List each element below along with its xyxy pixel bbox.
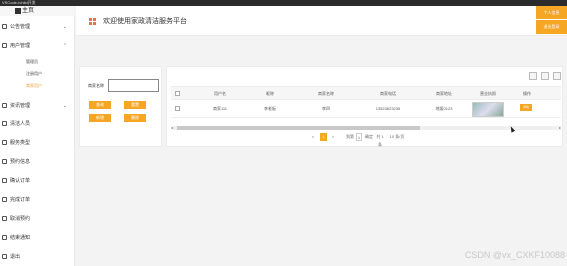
sidebar-item-label: 取消预约 (10, 216, 31, 222)
cell-address: 地坂0123 (435, 106, 453, 111)
user-icon (2, 43, 7, 48)
print-icon[interactable] (541, 72, 549, 80)
sidebar-subitem-admins[interactable]: 管理员 (26, 58, 38, 66)
sidebar-item-label: 确认订单 (10, 178, 31, 184)
sidebar-item-cancel-bookings[interactable]: 取消预约 (0, 213, 75, 225)
sidebar-item-label: 服务类型 (10, 140, 31, 146)
goto-confirm-button[interactable]: 确定 (364, 133, 374, 141)
search-panel: 商家名称 查询 重置 新增 删除 (79, 66, 162, 147)
columns-icon[interactable] (529, 72, 537, 80)
check-icon (2, 178, 7, 183)
sidebar-item-label: 公告管理 (10, 24, 31, 30)
table-header: 用户名 昵称 商家名称 商家电话 商家地址 营业执照 操作 (171, 86, 561, 100)
sidebar-subitem-registered[interactable]: 注册用户 (26, 70, 42, 78)
detail-button[interactable]: 详情 (520, 104, 532, 111)
cell-nickname: 李老板 (264, 106, 276, 111)
export-icon[interactable] (553, 72, 561, 80)
search-button[interactable]: 查询 (89, 101, 111, 109)
delete-button[interactable]: 删除 (124, 114, 146, 122)
logout-icon (2, 254, 7, 259)
calendar-icon (2, 159, 7, 164)
sidebar-item-users[interactable]: 用户管理 ⌃ (0, 40, 75, 52)
column-header[interactable]: 操作 (507, 87, 547, 101)
sidebar-item-label: 清洁人员 (10, 121, 31, 127)
news-icon (2, 103, 7, 108)
add-button[interactable]: 新增 (89, 114, 111, 122)
notice-icon (2, 235, 7, 240)
sidebar-item-confirm-orders[interactable]: 确认订单 (0, 175, 75, 187)
cancel-icon (2, 216, 7, 221)
column-header[interactable]: 用户名 (195, 87, 245, 101)
sidebar-item-label: 预约信息 (10, 159, 31, 165)
search-label: 商家名称 (88, 83, 104, 88)
window-title: VSCode-Ichild开发 (2, 0, 36, 5)
total-count: 共 1 条 (376, 134, 384, 147)
bell-icon (2, 24, 7, 29)
column-header[interactable]: 商家地址 (419, 87, 469, 101)
column-header[interactable]: 营业执照 (469, 87, 507, 101)
reset-button[interactable]: 重置 (124, 101, 146, 109)
sidebar: 主页 公告管理 ⌄ 用户管理 ⌃ 管理员 注册用户 商家用户 资讯管理 ⌄ 清洁… (0, 6, 75, 266)
page-size-select[interactable]: 10 条/页 (388, 133, 406, 141)
goto-page-input[interactable]: 1 (356, 133, 362, 141)
tag-icon (2, 140, 7, 145)
grid-logo-icon (89, 18, 97, 26)
sidebar-item-service-types[interactable]: 服务类型 (0, 137, 75, 149)
scrollbar-thumb[interactable] (177, 126, 420, 130)
sidebar-item-label: 退出 (10, 254, 21, 260)
logout-button[interactable]: 退出登录 (536, 20, 567, 34)
row-checkbox[interactable] (175, 106, 180, 111)
cell-username: 商家111 (212, 106, 228, 111)
column-header[interactable]: 商家名称 (295, 87, 357, 101)
sidebar-item-label: 资讯管理 (10, 103, 31, 109)
chevron-up-icon: ⌃ (62, 43, 67, 49)
chevron-down-icon: ⌄ (62, 103, 67, 109)
select-all-checkbox[interactable] (175, 91, 180, 96)
scroll-right-icon[interactable]: ▸ (559, 125, 561, 130)
sidebar-item-label: 结束通知 (10, 235, 31, 241)
sidebar-item-completed-orders[interactable]: 完成订单 (0, 194, 75, 206)
page-title: 欢迎使用家政清洁服务平台 (103, 18, 187, 25)
scroll-left-icon[interactable]: ◂ (171, 125, 173, 130)
person-icon (2, 121, 7, 126)
top-header: 欢迎使用家政清洁服务平台 个人信息 退出登录 (76, 6, 567, 36)
horizontal-scrollbar[interactable]: ◂ ▸ (171, 125, 561, 130)
watermark: CSDN @vx_CXKF10088 (464, 250, 565, 260)
sidebar-item-logout[interactable]: 退出 (0, 251, 75, 263)
sidebar-item-bookings[interactable]: 预约信息 (0, 156, 75, 168)
sidebar-item-announcements[interactable]: 公告管理 ⌄ (0, 21, 75, 33)
sidebar-item-label: 完成订单 (10, 197, 31, 203)
license-thumbnail[interactable] (472, 102, 504, 117)
sidebar-item-news[interactable]: 资讯管理 ⌄ (0, 100, 75, 112)
column-header[interactable]: 昵称 (245, 87, 295, 101)
sidebar-brand-label: 主页 (22, 8, 35, 14)
sidebar-item-notices[interactable]: 结束通知 (0, 232, 75, 244)
sidebar-brand[interactable]: 主页 (0, 6, 75, 16)
page-number-current[interactable]: 1 (320, 133, 327, 141)
column-header[interactable]: 商家电话 (357, 87, 419, 101)
table-row[interactable]: 商家111 李老板 李四 13523623235 地坂0123 详情 (171, 100, 561, 118)
profile-button[interactable]: 个人信息 (536, 6, 567, 19)
goto-label: 到第 (346, 134, 354, 139)
doc-icon (2, 197, 7, 202)
sidebar-item-cleaners[interactable]: 清洁人员 (0, 118, 75, 130)
sidebar-item-label: 用户管理 (10, 43, 31, 49)
sidebar-subitem-merchants[interactable]: 商家用户 (26, 82, 42, 90)
cell-phone: 13523623235 (375, 106, 401, 111)
chevron-down-icon: ⌄ (62, 24, 67, 30)
home-icon (15, 8, 21, 14)
next-page-button[interactable]: > (330, 133, 336, 141)
prev-page-button[interactable]: < (310, 133, 316, 141)
cell-shop-name: 李四 (322, 106, 330, 111)
search-input[interactable] (108, 79, 159, 92)
